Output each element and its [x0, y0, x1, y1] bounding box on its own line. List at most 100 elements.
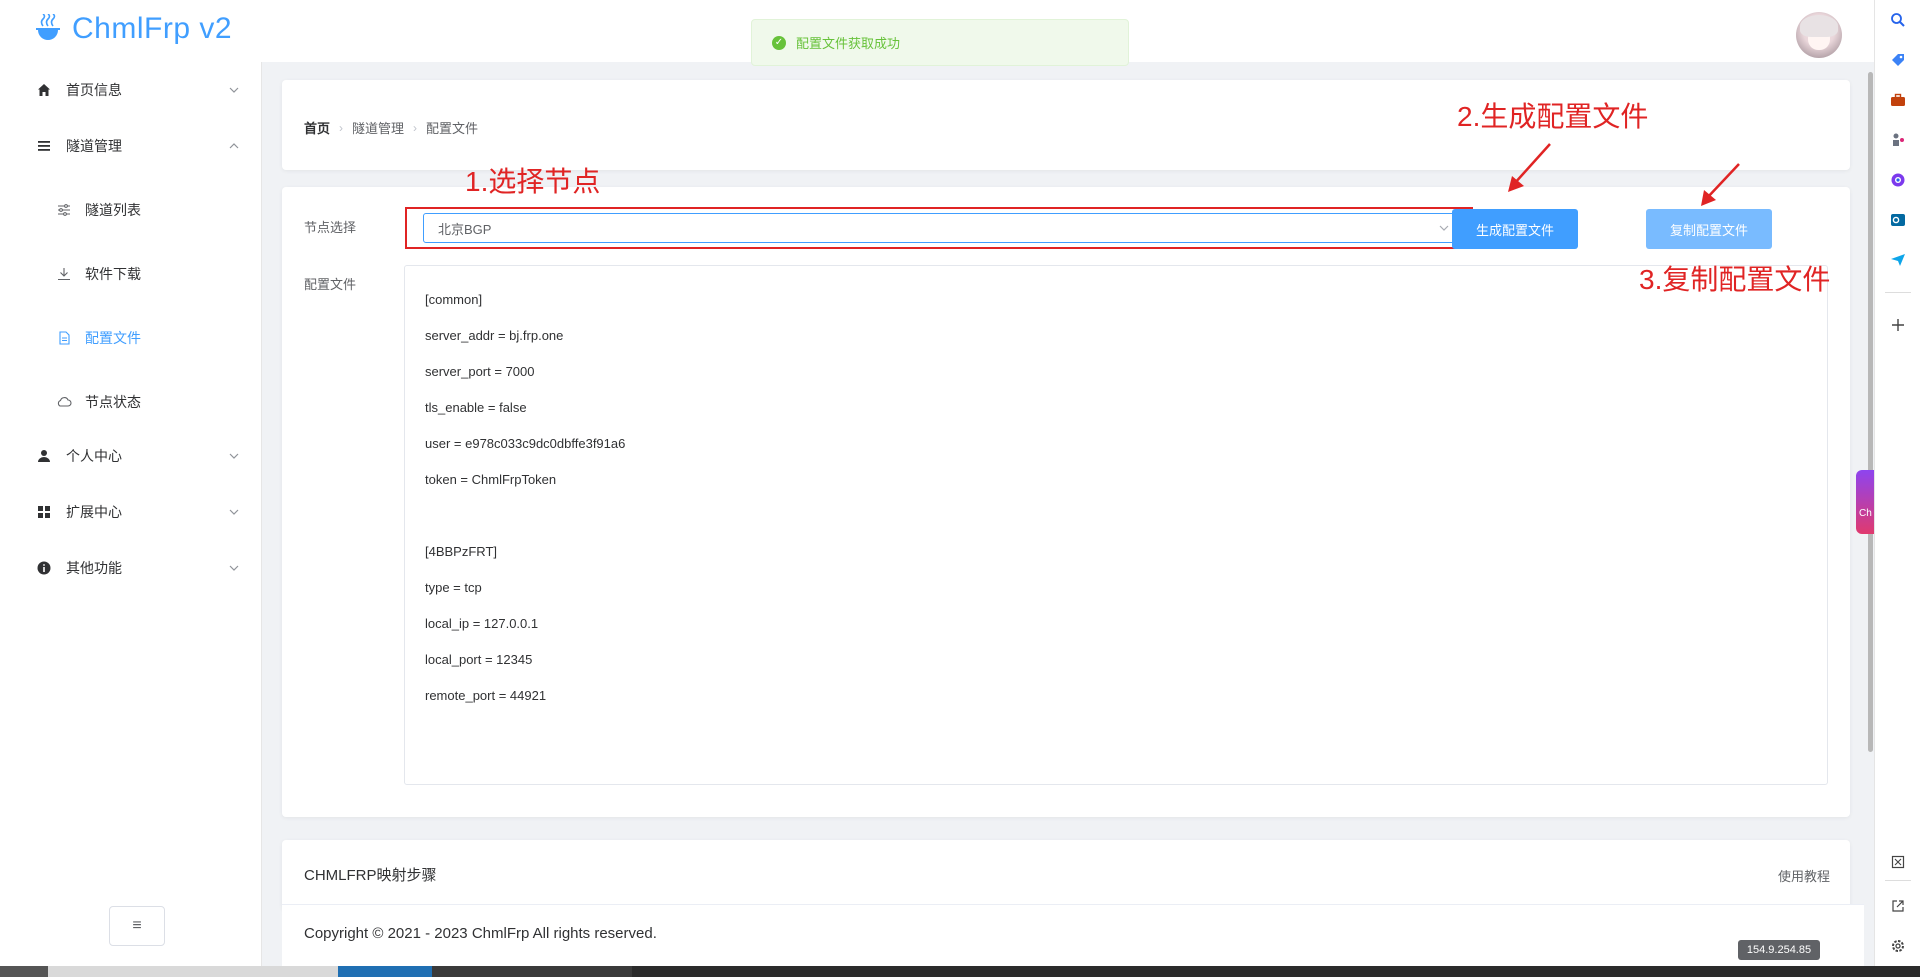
config-line: token = ChmlFrpToken: [425, 472, 557, 487]
side-tab-text: Ch: [1859, 508, 1872, 519]
chevron-down-icon: [229, 565, 239, 571]
taskbar-segment: [0, 966, 48, 977]
scrollbar-thumb[interactable]: [1868, 72, 1873, 752]
chess-icon[interactable]: [1888, 130, 1908, 150]
sidebar-item-label: 配置文件: [85, 330, 141, 346]
config-line: [425, 508, 1827, 544]
annotation-step2: 2.生成配置文件: [1457, 101, 1649, 132]
chevron-right-icon: ›: [413, 120, 418, 135]
annotation-highlight-box: 北京BGP: [405, 207, 1473, 249]
config-line: [4BBPzFRT]: [425, 544, 498, 559]
sidebar-item-label: 软件下载: [85, 266, 141, 282]
copy-config-button[interactable]: 复制配置文件: [1646, 209, 1772, 249]
annotation-arrow-icon: [1508, 143, 1551, 192]
sidebar-item-tunnel-management[interactable]: 隧道管理: [0, 118, 261, 174]
node-select[interactable]: 北京BGP: [423, 213, 1463, 243]
config-form-card: 节点选择 北京BGP 生成配置文件 复制配置文件 配置文件 [common] s…: [282, 187, 1850, 817]
annotation-step3: 3.复制配置文件: [1639, 264, 1831, 295]
sidebar-item-node-status[interactable]: 节点状态: [0, 374, 261, 430]
divider: [1885, 292, 1911, 293]
chevron-down-icon: [1439, 225, 1449, 231]
config-line: local_ip = 127.0.0.1: [425, 616, 539, 631]
browser-sidebar: [1874, 0, 1920, 966]
breadcrumb-home[interactable]: 首页: [304, 118, 330, 137]
config-line: user = e978c033c9dc0dbffe3f91a6: [425, 436, 626, 451]
sidebar-item-label: 其他功能: [66, 560, 122, 576]
sidebar-item-tunnel-list[interactable]: 隧道列表: [0, 182, 261, 238]
menu-icon: [36, 138, 52, 154]
sidebar: 首页信息 隧道管理 隧道列表 软件下载 配置文件 节点状态 个人中心 扩展中心 …: [0, 62, 262, 966]
config-line: local_port = 12345: [425, 652, 533, 667]
avatar[interactable]: [1796, 12, 1842, 58]
sidebar-item-personal-center[interactable]: 个人中心: [0, 428, 261, 484]
sidebar-item-label: 节点状态: [85, 394, 141, 410]
config-line: server_port = 7000: [425, 364, 535, 379]
config-line: server_addr = bj.frp.one: [425, 328, 564, 343]
app-logo[interactable]: ChmlFrp v2: [34, 12, 232, 46]
tag-icon[interactable]: [1888, 50, 1908, 70]
taskbar-app[interactable]: [432, 966, 632, 977]
home-icon: [36, 82, 52, 98]
grid-icon: [36, 504, 52, 520]
taskbar-app[interactable]: [338, 966, 432, 977]
divider: [1885, 880, 1911, 881]
success-toast: ✓ 配置文件获取成功: [751, 19, 1129, 66]
node-select-label: 节点选择: [304, 220, 357, 235]
send-icon[interactable]: [1888, 250, 1908, 270]
sidebar-item-home-info[interactable]: 首页信息: [0, 62, 261, 118]
search-icon[interactable]: [1888, 10, 1908, 30]
config-line: [common]: [425, 292, 483, 307]
node-select-value: 北京BGP: [438, 221, 492, 237]
config-line: type = tcp: [425, 580, 482, 595]
breadcrumb-tunnel-management: 隧道管理: [352, 121, 405, 136]
info-icon: [36, 560, 52, 576]
sidebar-item-software-download[interactable]: 软件下载: [0, 246, 261, 302]
briefcase-icon[interactable]: [1888, 90, 1908, 110]
chevron-down-icon: [229, 509, 239, 515]
config-file-label: 配置文件: [304, 277, 357, 292]
document-icon: [56, 330, 72, 346]
screenshot-icon[interactable]: [1888, 852, 1908, 872]
add-icon[interactable]: [1888, 315, 1908, 335]
sidebar-item-label: 隧道管理: [66, 138, 122, 154]
user-icon: [36, 448, 52, 464]
annotation-step1: 1.选择节点: [465, 166, 601, 197]
annotation-arrow-icon: [1701, 163, 1740, 206]
app-title: ChmlFrp v2: [72, 12, 233, 45]
sidebar-collapse-button[interactable]: ≡: [109, 906, 165, 946]
steps-title: CHMLFRP映射步骤: [304, 867, 437, 884]
mapping-steps-card: CHMLFRP映射步骤 使用教程: [282, 840, 1850, 910]
chevron-up-icon: [229, 143, 239, 149]
sidebar-item-config-file[interactable]: 配置文件: [0, 310, 261, 366]
sidebar-item-label: 个人中心: [66, 448, 122, 464]
sliders-icon: [56, 202, 72, 218]
sidebar-item-label: 首页信息: [66, 82, 122, 98]
chevron-down-icon: [229, 453, 239, 459]
check-circle-icon: ✓: [772, 35, 786, 50]
config-textarea[interactable]: [common] server_addr = bj.frp.one server…: [404, 265, 1828, 785]
bowl-logo-icon: [36, 14, 60, 40]
copyright-text: Copyright © 2021 - 2023 ChmlFrp All righ…: [304, 925, 657, 942]
settings-icon[interactable]: [1888, 936, 1908, 956]
breadcrumb-config-file: 配置文件: [426, 121, 479, 136]
copilot-icon[interactable]: [1888, 170, 1908, 190]
sidebar-item-label: 扩展中心: [66, 504, 122, 520]
breadcrumb: 首页 › 隧道管理 › 配置文件: [304, 118, 478, 137]
config-line: tls_enable = false: [425, 400, 527, 415]
chevron-down-icon: [229, 87, 239, 93]
taskbar: [0, 966, 1920, 977]
ip-badge: 154.9.254.85: [1738, 940, 1820, 960]
cloud-icon: [56, 394, 72, 410]
sidebar-item-extension-center[interactable]: 扩展中心: [0, 484, 261, 540]
generate-config-button[interactable]: 生成配置文件: [1452, 209, 1578, 249]
outlook-icon[interactable]: [1888, 210, 1908, 230]
page-footer: Copyright © 2021 - 2023 ChmlFrp All righ…: [282, 904, 1864, 966]
floating-side-tab[interactable]: Ch: [1856, 470, 1874, 534]
sidebar-item-label: 隧道列表: [85, 202, 141, 218]
external-link-icon[interactable]: [1888, 896, 1908, 916]
config-line: remote_port = 44921: [425, 688, 547, 703]
sidebar-item-other-functions[interactable]: 其他功能: [0, 540, 261, 596]
toast-message: 配置文件获取成功: [796, 36, 901, 51]
taskbar-search[interactable]: [48, 966, 338, 977]
tutorial-link[interactable]: 使用教程: [1778, 866, 1830, 885]
